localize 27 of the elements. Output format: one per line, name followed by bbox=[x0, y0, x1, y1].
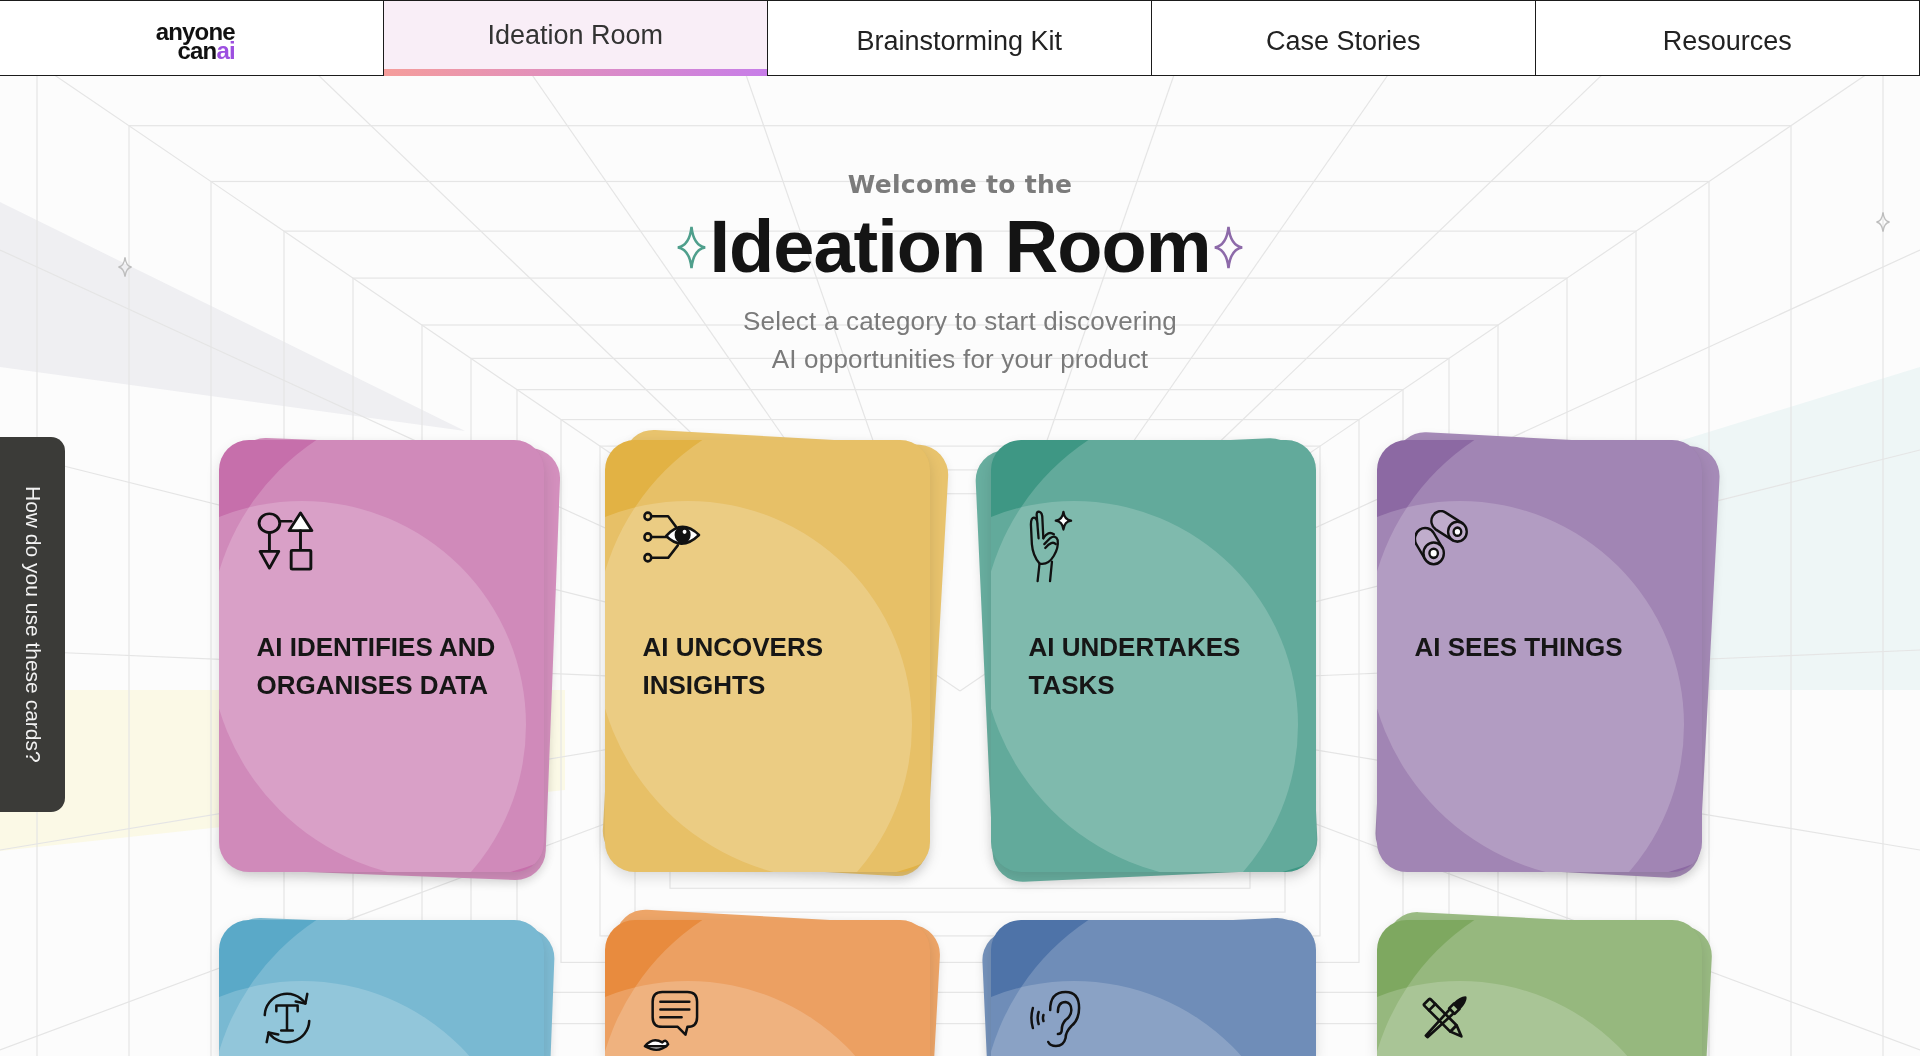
shapes-icon bbox=[256, 510, 315, 572]
category-card[interactable] bbox=[218, 920, 544, 1056]
subtitle-text: Select a category to start discovering AI opportunities for your product bbox=[742, 305, 1178, 376]
nav-tab[interactable]: Brainstorming Kit bbox=[766, 0, 1152, 76]
category-card[interactable]: AI SEES THINGS bbox=[1376, 440, 1702, 872]
category-card[interactable]: AI IDENTIFIES AND ORGANISES DATA bbox=[218, 440, 544, 872]
category-card[interactable] bbox=[990, 920, 1316, 1056]
sparkle-icon bbox=[1213, 225, 1245, 269]
nav-tab[interactable]: Resources bbox=[1534, 0, 1920, 76]
eye-icon bbox=[642, 510, 701, 564]
nav-tab[interactable]: Case Stories bbox=[1150, 0, 1536, 76]
speech-bubble-icon bbox=[642, 990, 699, 1054]
category-card[interactable] bbox=[604, 920, 930, 1056]
ear-icon bbox=[1028, 990, 1081, 1048]
binoculars-icon bbox=[1414, 510, 1471, 566]
help-tab[interactable]: How do you use these cards? bbox=[0, 437, 65, 812]
sparkle-icon bbox=[118, 256, 132, 278]
welcome-text: Welcome to the bbox=[847, 169, 1073, 201]
sparkle-icon bbox=[675, 225, 707, 269]
hand-icon bbox=[1028, 510, 1073, 584]
page-title: Ideation Room bbox=[709, 207, 1211, 287]
category-card[interactable]: AI UNDERTAKES TASKS bbox=[990, 440, 1316, 872]
sparkle-icon bbox=[1876, 211, 1890, 233]
category-card[interactable] bbox=[1376, 920, 1702, 1056]
logo[interactable]: anyone canai bbox=[155, 22, 235, 60]
nav-tab[interactable]: Ideation Room bbox=[382, 0, 768, 76]
category-card[interactable]: AI UNCOVERS INSIGHTS bbox=[604, 440, 930, 872]
